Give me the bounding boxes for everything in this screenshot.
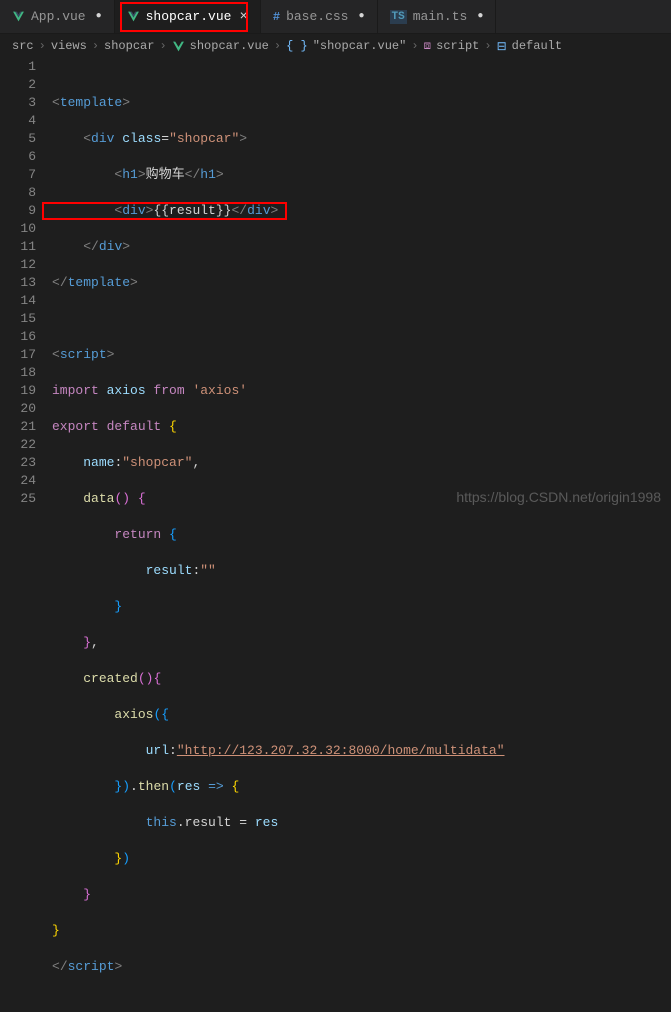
tab-app-vue[interactable]: App.vue <box>0 0 115 33</box>
tab-shopcar-vue[interactable]: shopcar.vue × <box>115 0 261 33</box>
tab-label: shopcar.vue <box>146 9 232 24</box>
crumb[interactable]: shopcar <box>104 39 154 53</box>
chevron-icon: › <box>39 39 46 53</box>
ts-icon: TS <box>390 10 407 24</box>
chevron-icon: › <box>484 39 491 53</box>
line-gutter: 1234567891011121314151617181920212223242… <box>0 58 44 513</box>
close-icon[interactable]: × <box>239 9 247 25</box>
tab-label: main.ts <box>413 9 468 24</box>
chevron-icon: › <box>274 39 281 53</box>
symbol-icon: ⊟ <box>497 39 507 54</box>
crumb[interactable]: views <box>51 39 87 53</box>
crumb[interactable]: script <box>436 39 479 53</box>
chevron-icon: › <box>411 39 418 53</box>
crumb[interactable]: shopcar.vue <box>190 39 269 53</box>
tab-label: App.vue <box>31 9 86 24</box>
tab-label: base.css <box>286 9 348 24</box>
script-icon: ⧈ <box>424 39 432 53</box>
hash-icon: # <box>273 10 280 24</box>
crumb[interactable]: src <box>12 39 34 53</box>
vue-icon <box>12 10 25 23</box>
tab-bar: App.vue shopcar.vue × # base.css TS main… <box>0 0 671 34</box>
tab-main-ts[interactable]: TS main.ts <box>378 0 497 33</box>
chevron-icon: › <box>159 39 166 53</box>
braces-icon: { } <box>286 39 308 53</box>
code-content[interactable]: <template> <div class="shopcar"> <h1>购物车… <box>44 58 513 513</box>
vue-icon <box>127 10 140 23</box>
chevron-icon: › <box>92 39 99 53</box>
crumb[interactable]: default <box>512 39 562 53</box>
tab-base-css[interactable]: # base.css <box>261 0 378 33</box>
vue-icon <box>172 40 185 53</box>
crumb[interactable]: "shopcar.vue" <box>313 39 407 53</box>
breadcrumb[interactable]: src › views › shopcar › shopcar.vue › { } "s… <box>0 34 671 58</box>
code-editor[interactable]: 1234567891011121314151617181920212223242… <box>0 58 671 513</box>
